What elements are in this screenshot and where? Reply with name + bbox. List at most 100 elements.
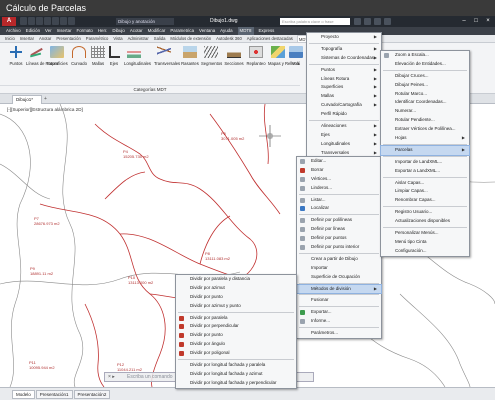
tool-volumenes[interactable]: Volú bbox=[286, 46, 306, 80]
menu-item-perfil-rapido[interactable]: Perfil Rápido bbox=[307, 110, 381, 119]
menu-item-limpiar-capas[interactable]: Limpiar Capas... bbox=[381, 187, 469, 196]
menu-item-curvado[interactable]: Curvado/Cartografía ▶ bbox=[307, 101, 381, 110]
tool-rasantes[interactable]: Rasantes bbox=[180, 46, 200, 80]
menu-item-rotular-pendiente[interactable]: Rotular Pendiente... bbox=[381, 116, 469, 125]
tool-segmentos[interactable]: Segmentos bbox=[201, 46, 222, 80]
doc-tab-dibujo1[interactable]: Dibujo1* bbox=[12, 95, 42, 104]
search-input[interactable]: Escriba palabra clave o frase bbox=[280, 18, 350, 25]
tool-curvado[interactable]: Curvado bbox=[69, 46, 89, 80]
save-as-icon[interactable] bbox=[44, 17, 51, 25]
menu-item-longitudinales[interactable]: Longitudinales ▶ bbox=[307, 140, 381, 149]
menu-item-parcelas[interactable]: Parcelas ▶ bbox=[380, 144, 470, 156]
menu-item-zoom-escala[interactable]: Zoom a Escala... bbox=[381, 51, 469, 60]
tab-autodesk360[interactable]: Autodesk 360 bbox=[215, 35, 243, 42]
menu-item-div-fachada-perpendicular[interactable]: Dividir por longitud fachada y perpendic… bbox=[176, 379, 296, 388]
menu-item-borrar[interactable]: Borrar bbox=[297, 166, 381, 175]
tool-replanteo[interactable]: Replanteo bbox=[246, 46, 266, 80]
menu-item-ejes[interactable]: Ejes ▶ bbox=[307, 131, 381, 140]
menu-item-dibujar-cruces[interactable]: Dibujar Cruces... bbox=[381, 72, 469, 81]
menu-item-def-polilineas[interactable]: Definir por polilíneas bbox=[297, 216, 381, 225]
menu-item-puntos[interactable]: Puntos ▶ bbox=[307, 66, 381, 75]
minimize-button[interactable]: – bbox=[459, 17, 469, 25]
menu-item-identificar-coordenadas[interactable]: Identificar Coordenadas... bbox=[381, 98, 469, 107]
menu-item-div-perpendicular[interactable]: Dividir por perpendicular bbox=[176, 322, 296, 331]
menu-item-def-lineas[interactable]: Definir por líneas bbox=[297, 225, 381, 234]
new-file-icon[interactable] bbox=[20, 17, 27, 25]
redo-icon[interactable] bbox=[68, 17, 75, 25]
menu-formato[interactable]: Formato bbox=[77, 27, 93, 35]
menu-item-numerar[interactable]: Numerar... bbox=[381, 107, 469, 116]
menu-item-personalizar-menus[interactable]: Personalizar Menús... bbox=[381, 229, 469, 238]
menu-item-configuracion[interactable]: Configuración... bbox=[381, 247, 469, 256]
menu-item-registro-usuario[interactable]: Registro Usuario... bbox=[381, 208, 469, 217]
binoculars-icon[interactable] bbox=[354, 18, 361, 25]
add-tab-icon[interactable]: + bbox=[44, 95, 47, 103]
menu-item-div-fachada-azimut[interactable]: Dividir por longitud fachada y azimut bbox=[176, 370, 296, 379]
exchange-icon[interactable] bbox=[374, 18, 381, 25]
menu-archivo[interactable]: Archivo bbox=[6, 27, 21, 35]
tool-mapas[interactable]: Mapas y Relleno bbox=[268, 46, 299, 80]
tab-modulos[interactable]: Módulos de extensión bbox=[169, 35, 212, 42]
menu-item-div-punto[interactable]: Dividir por punto bbox=[176, 293, 296, 302]
menu-item-actualizaciones[interactable]: Actualizaciones disponibles bbox=[381, 217, 469, 226]
menu-item-div-azimut-punto[interactable]: Dividir por azimut y punto bbox=[176, 302, 296, 311]
tab-insertar[interactable]: Insertar bbox=[19, 35, 35, 42]
menu-ver[interactable]: Ver bbox=[45, 27, 52, 35]
menu-item-elevacion[interactable]: Elevación de Entidades... bbox=[381, 60, 469, 69]
menu-item-alineaciones[interactable]: Alineaciones ▶ bbox=[307, 122, 381, 131]
menu-item-parametros[interactable]: Parámetros... bbox=[297, 329, 381, 338]
menu-item-importar-landxml[interactable]: Importar de LandXML... bbox=[381, 158, 469, 167]
tab-presentacion[interactable]: Presentación bbox=[55, 35, 81, 42]
menu-item-div-azimut[interactable]: Dividir por azimut bbox=[176, 284, 296, 293]
menu-item-editar[interactable]: Editar... bbox=[297, 157, 381, 166]
menu-item-superficies[interactable]: Superficies ▶ bbox=[307, 83, 381, 92]
menu-edicion[interactable]: Edición bbox=[26, 27, 40, 35]
tab-administrar[interactable]: Administrar bbox=[127, 35, 150, 42]
app-logo-icon[interactable]: A bbox=[2, 17, 16, 26]
menu-item-proyecto[interactable]: Proyecto ▶ bbox=[307, 33, 381, 42]
menu-item-crear-dibujo[interactable]: Crear a partir de Dibujo bbox=[297, 255, 381, 264]
menu-item-def-puntos[interactable]: Definir por puntos bbox=[297, 234, 381, 243]
menu-item-fusionar[interactable]: Fusionar bbox=[297, 296, 381, 305]
user-icon[interactable] bbox=[364, 18, 371, 25]
menu-herramientas[interactable]: Herr. bbox=[98, 27, 108, 35]
tab-anotar[interactable]: Anotar bbox=[38, 35, 52, 42]
menu-item-div-paralela[interactable]: Dividir por paralela bbox=[176, 314, 296, 323]
menu-item-sistemas-coordenadas[interactable]: Sistemas de Coordenadas ▶ bbox=[307, 54, 381, 63]
menu-item-div-paralela-distancia[interactable]: Dividir por paralela y distancia bbox=[176, 275, 296, 284]
menu-item-localizar[interactable]: Localizar bbox=[297, 204, 381, 213]
menu-ayuda[interactable]: Ayuda bbox=[220, 27, 232, 35]
tool-superficies[interactable]: Superficies bbox=[47, 46, 68, 80]
menu-item-div-angulo[interactable]: Dividir por ángulo bbox=[176, 340, 296, 349]
menu-insertar[interactable]: Insertar bbox=[57, 27, 72, 35]
menu-item-superficie-ocupacion[interactable]: Superficie de Ocupación bbox=[297, 273, 381, 282]
close-button[interactable]: × bbox=[483, 17, 493, 25]
menu-express[interactable]: Express bbox=[259, 27, 275, 35]
menu-item-topografia[interactable]: Topografía ▶ bbox=[307, 45, 381, 54]
menu-item-mallas[interactable]: Mallas ▶ bbox=[307, 92, 381, 101]
menu-item-def-punto-interior[interactable]: Definir por punto interior bbox=[297, 243, 381, 252]
layout-tab-presentacion2[interactable]: Presentación2 bbox=[73, 390, 111, 399]
open-file-icon[interactable] bbox=[28, 17, 35, 25]
menu-item-renombrar-capas[interactable]: Renombrar Capas... bbox=[381, 196, 469, 205]
menu-item-lineas-rotura[interactable]: Líneas Rotura ▶ bbox=[307, 75, 381, 84]
maximize-button[interactable]: □ bbox=[471, 17, 481, 25]
tab-aplicaciones[interactable]: Aplicaciones destacadas bbox=[246, 35, 294, 42]
menu-item-aislar-capas[interactable]: Aislar Capas... bbox=[381, 179, 469, 188]
menu-item-exportar-landxml[interactable]: Exportar a LandXML... bbox=[381, 167, 469, 176]
menu-item-listar[interactable]: Listar... bbox=[297, 196, 381, 205]
menu-item-menu-cinta[interactable]: Menú tipo Cinta bbox=[381, 238, 469, 247]
tool-secciones[interactable]: Secciones bbox=[224, 46, 244, 80]
tool-transversales[interactable]: Transversales bbox=[154, 46, 180, 80]
layout-tab-modelo[interactable]: Modelo bbox=[12, 390, 35, 399]
tool-ejes[interactable]: Ejes bbox=[104, 46, 124, 80]
menu-ventana[interactable]: Ventana bbox=[199, 27, 215, 35]
help-icon[interactable] bbox=[384, 18, 391, 25]
layout-tab-presentacion1[interactable]: Presentación1 bbox=[35, 390, 73, 399]
tool-puntos[interactable]: Puntos bbox=[6, 46, 26, 80]
tab-vista[interactable]: Vista bbox=[112, 35, 123, 42]
menu-acotar[interactable]: Acotar bbox=[130, 27, 143, 35]
menu-dibujo[interactable]: Dibujo bbox=[112, 27, 124, 35]
undo-icon[interactable] bbox=[60, 17, 67, 25]
tab-inicio[interactable]: Inicio bbox=[4, 35, 16, 42]
